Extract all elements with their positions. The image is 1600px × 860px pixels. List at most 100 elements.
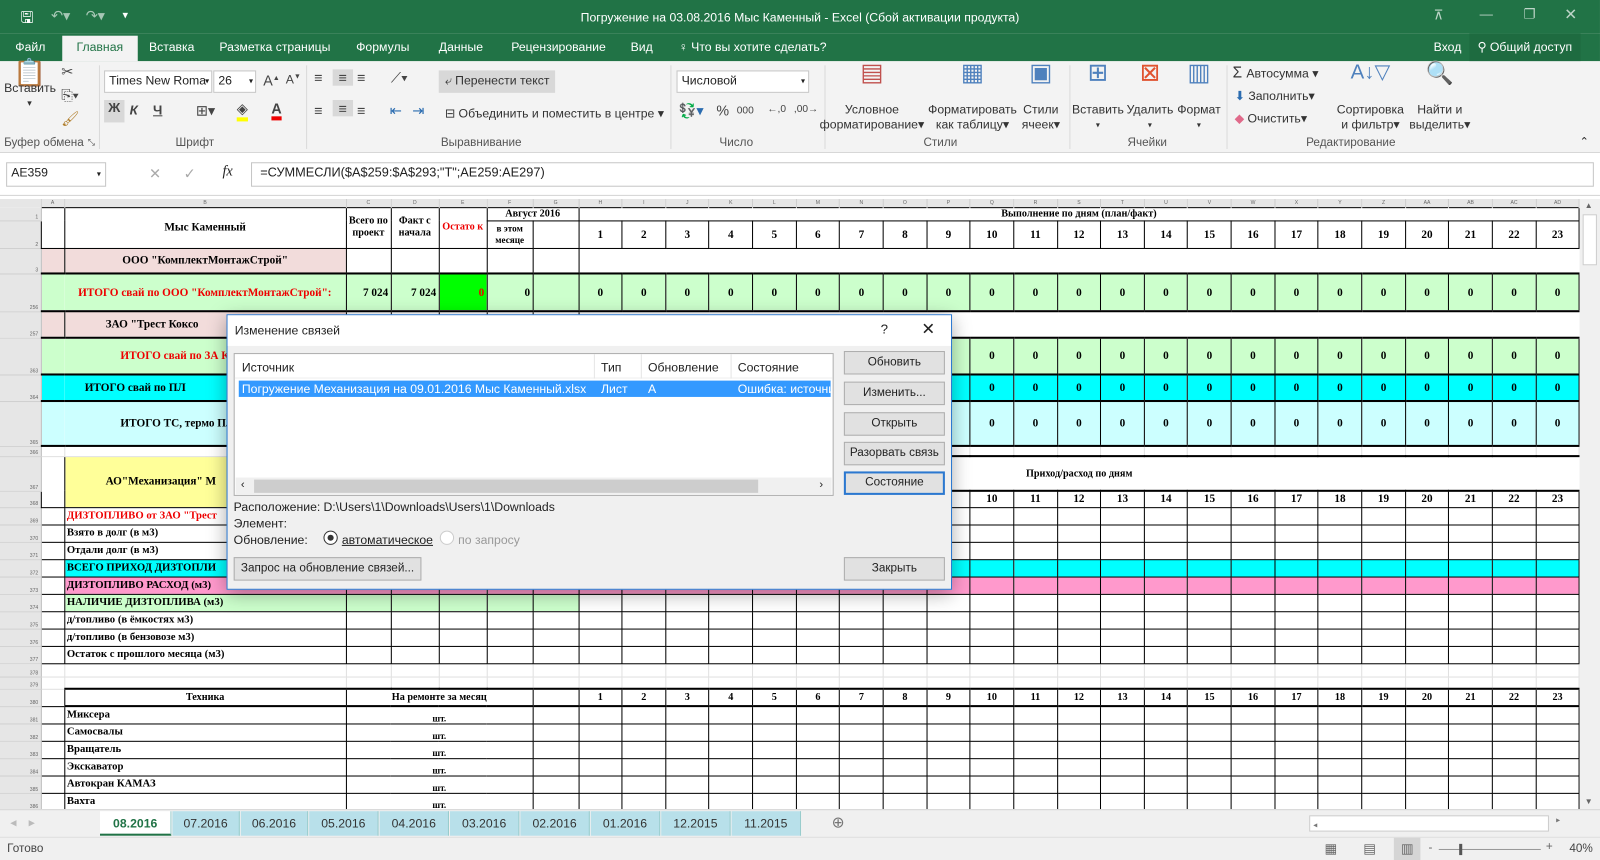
cell[interactable] <box>390 593 440 612</box>
day-cell[interactable] <box>795 628 841 647</box>
day-number[interactable]: 12 <box>1056 687 1102 708</box>
day-cell[interactable] <box>839 645 884 664</box>
new-sheet-icon[interactable]: ⊕ <box>832 813 845 831</box>
update-values-button[interactable]: Обновить <box>843 351 945 375</box>
row-header[interactable]: 382 <box>0 723 42 742</box>
sheet-tab[interactable]: 12.2015 <box>661 811 731 836</box>
cell[interactable] <box>883 248 927 274</box>
day-cell[interactable] <box>708 757 754 777</box>
fill-color-icon[interactable]: ◈ <box>236 100 248 122</box>
cell[interactable] <box>40 676 65 690</box>
day-cell[interactable] <box>1187 610 1232 630</box>
minimize-icon[interactable]: — <box>1480 6 1493 21</box>
cell[interactable] <box>1143 676 1189 690</box>
cell[interactable] <box>926 676 971 690</box>
day-value[interactable]: 0 <box>1535 336 1580 376</box>
day-cell[interactable] <box>839 722 884 742</box>
day-cell[interactable] <box>1013 774 1058 794</box>
font-name-select[interactable]: Times New Roma ▾ <box>104 70 213 93</box>
cell-a[interactable] <box>40 206 65 249</box>
column-source[interactable]: Источник <box>242 360 294 374</box>
day-cell[interactable] <box>1056 541 1102 560</box>
insert-cells-button[interactable]: ⊞ Вставить ▾ <box>1071 61 1124 132</box>
orientation-icon[interactable]: ⟋▾ <box>391 69 408 86</box>
increase-font-icon[interactable]: A▲ <box>263 72 280 88</box>
day-number[interactable]: 10 <box>969 490 1015 508</box>
row-header[interactable]: 381 <box>0 706 42 724</box>
day-cell[interactable] <box>1230 558 1276 578</box>
column-header[interactable]: AA <box>1405 198 1450 208</box>
cell[interactable] <box>753 248 797 274</box>
sort-filter-button[interactable]: A↓▽ Сортировка и фильтр▾ <box>1332 62 1410 132</box>
find-select-button[interactable]: 🔍 Найти и выделить▾ <box>1408 62 1471 132</box>
auto-update-radio[interactable] <box>323 530 338 545</box>
day-cell[interactable] <box>839 792 884 810</box>
day-cell[interactable] <box>578 610 623 630</box>
cell[interactable] <box>1362 311 1406 338</box>
day-value[interactable]: 0 <box>1404 336 1450 376</box>
day-cell[interactable] <box>1143 628 1189 647</box>
cell[interactable] <box>1056 445 1102 457</box>
cell[interactable] <box>1317 662 1363 678</box>
day-value[interactable]: 0 <box>1274 272 1319 313</box>
day-cell[interactable] <box>1143 541 1189 560</box>
cell[interactable] <box>795 676 841 690</box>
cell[interactable] <box>532 676 580 690</box>
day-cell[interactable] <box>1404 774 1450 794</box>
day-value[interactable]: 0 <box>1491 373 1537 403</box>
day-cell[interactable] <box>1187 705 1232 724</box>
day-cell[interactable] <box>708 593 754 612</box>
column-header[interactable]: X <box>1274 198 1319 208</box>
day-cell[interactable] <box>1404 645 1450 664</box>
day-cell[interactable] <box>1230 774 1276 794</box>
cell[interactable] <box>390 610 440 630</box>
italic-button[interactable]: К <box>130 102 138 117</box>
day-cell[interactable] <box>1535 757 1580 777</box>
cell[interactable] <box>1317 676 1363 690</box>
cell[interactable] <box>579 248 623 274</box>
day-cell[interactable] <box>1404 792 1450 810</box>
day-cell[interactable] <box>795 757 841 777</box>
day-cell[interactable] <box>1143 576 1189 595</box>
day-cell[interactable] <box>1274 792 1319 810</box>
day-cell[interactable] <box>1013 610 1058 630</box>
day-cell[interactable] <box>1100 523 1145 543</box>
cell[interactable] <box>345 628 392 647</box>
day-cell[interactable] <box>1274 558 1319 578</box>
day-cell[interactable] <box>882 722 928 742</box>
day-cell[interactable] <box>1361 541 1406 560</box>
day-cell[interactable] <box>1143 792 1189 810</box>
cell[interactable] <box>1144 311 1188 338</box>
column-header[interactable]: K <box>709 198 754 208</box>
scroll-up-icon[interactable]: ▲ <box>1585 201 1593 210</box>
column-header[interactable]: N <box>839 198 884 208</box>
day-cell[interactable] <box>1100 541 1145 560</box>
day-cell[interactable] <box>1317 645 1363 664</box>
tab-file[interactable]: Файл <box>15 40 45 54</box>
day-value[interactable]: 0 <box>708 272 754 313</box>
decrease-font-icon[interactable]: A▼ <box>286 72 301 86</box>
day-cell[interactable] <box>1535 610 1580 630</box>
day-cell[interactable] <box>1187 722 1232 742</box>
increase-indent-icon[interactable]: ⇥ <box>412 102 424 119</box>
day-cell[interactable] <box>1361 523 1406 543</box>
cell[interactable] <box>752 676 797 690</box>
day-cell[interactable] <box>1100 558 1145 578</box>
day-cell[interactable] <box>1448 757 1493 777</box>
day-number[interactable]: 20 <box>1404 219 1450 249</box>
day-cell[interactable] <box>708 792 754 810</box>
cell[interactable] <box>40 445 65 457</box>
format-as-table-button[interactable]: ▦ Форматировать как таблицу▾ <box>927 61 1019 132</box>
day-value[interactable]: 0 <box>1535 373 1580 403</box>
day-cell[interactable] <box>1100 705 1145 724</box>
day-cell[interactable] <box>1100 774 1145 794</box>
day-cell[interactable] <box>621 610 667 630</box>
cell[interactable] <box>1318 248 1362 274</box>
scroll-down-icon[interactable]: ▼ <box>1585 797 1593 806</box>
cell[interactable] <box>1317 445 1363 457</box>
day-cell[interactable] <box>1013 740 1058 759</box>
day-cell[interactable] <box>926 610 971 630</box>
column-header[interactable]: Q <box>970 198 1015 208</box>
cell[interactable] <box>666 248 710 274</box>
day-cell[interactable] <box>1143 593 1189 612</box>
